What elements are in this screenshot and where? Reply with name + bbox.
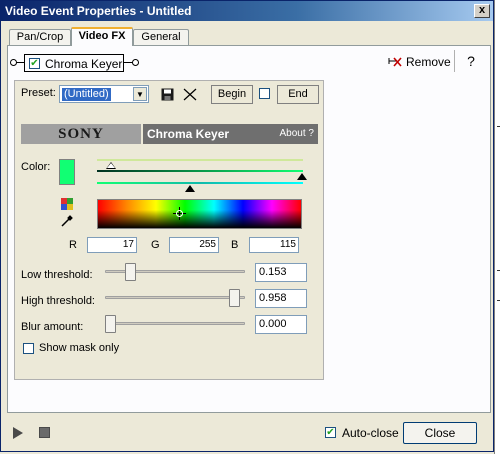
video-event-properties-window: Video Event Properties - Untitled x Pan/… [0, 0, 494, 452]
low-threshold-field[interactable]: 0.153 [255, 263, 307, 282]
stop-icon[interactable] [39, 427, 50, 438]
plugin-chain-item[interactable]: ✔ Chroma Keyer [24, 54, 124, 72]
auto-close-label: Auto-close [342, 426, 399, 440]
eyedropper-icon[interactable] [61, 215, 73, 227]
chain-end-node-icon [132, 59, 139, 66]
red-value-field[interactable]: 17 [87, 237, 137, 253]
g-label: G [151, 239, 160, 251]
play-icon[interactable] [13, 427, 23, 439]
b-label: B [231, 239, 239, 251]
low-threshold-slider[interactable] [105, 263, 245, 281]
blur-amount-thumb[interactable] [105, 315, 116, 333]
video-fx-panel: ✔ Chroma Keyer Remove ? Preset: (Untitle… [7, 45, 491, 413]
end-button[interactable]: End [277, 85, 319, 104]
blur-amount-field[interactable]: 0.000 [255, 315, 307, 334]
window-title: Video Event Properties - Untitled [5, 4, 192, 18]
blue-value-field[interactable]: 115 [249, 237, 299, 253]
title-bar[interactable]: Video Event Properties - Untitled x [1, 1, 493, 21]
value-slider-thumb[interactable] [185, 185, 195, 192]
r-label: R [69, 239, 77, 251]
high-threshold-thumb[interactable] [229, 289, 240, 307]
help-button[interactable]: ? [462, 52, 480, 70]
low-threshold-thumb[interactable] [125, 263, 136, 281]
hue-slider-track[interactable] [97, 159, 303, 161]
save-preset-icon[interactable] [161, 88, 174, 101]
spectrum-crosshair-icon [173, 207, 186, 220]
blur-amount-track [105, 322, 245, 325]
hue-thumb-fill [107, 163, 115, 168]
tab-general[interactable]: General [133, 29, 189, 45]
plugin-banner: SONY Chroma Keyer About ? [21, 124, 318, 144]
color-swatch [59, 159, 75, 185]
value-slider-track[interactable] [97, 182, 303, 184]
chain-connector [16, 62, 24, 63]
blur-amount-slider[interactable] [105, 315, 245, 333]
tab-pan-crop[interactable]: Pan/Crop [9, 29, 71, 45]
sony-logo: SONY [21, 124, 141, 144]
tab-video-fx[interactable]: Video FX [71, 27, 133, 46]
begin-button[interactable]: Begin [211, 85, 253, 104]
keyframe-checkbox[interactable] [259, 88, 270, 99]
remove-label: Remove [406, 55, 451, 69]
plugin-enable-checkbox[interactable]: ✔ [29, 58, 40, 69]
high-threshold-slider[interactable] [105, 289, 245, 307]
close-button[interactable]: Close [403, 422, 477, 444]
green-value-field[interactable]: 255 [169, 237, 219, 253]
toolbar-separator [454, 50, 455, 72]
window-close-button[interactable]: x [474, 4, 490, 18]
remove-plugin-icon [388, 57, 402, 67]
blur-amount-label: Blur amount: [21, 321, 84, 333]
saturation-slider-track[interactable] [97, 170, 303, 172]
chevron-down-icon[interactable]: ▼ [133, 87, 147, 101]
auto-close-checkbox[interactable]: ✔ [325, 427, 336, 438]
color-spectrum-picker[interactable] [97, 199, 302, 229]
preset-value: (Untitled) [62, 88, 111, 101]
high-threshold-field[interactable]: 0.958 [255, 289, 307, 308]
show-mask-checkbox[interactable] [23, 343, 34, 354]
low-threshold-label: Low threshold: [21, 269, 93, 281]
show-mask-label: Show mask only [39, 342, 120, 354]
background-window-edge [494, 0, 500, 454]
color-label: Color: [21, 161, 51, 173]
delete-preset-icon[interactable] [183, 88, 197, 101]
chroma-keyer-controls: Preset: (Untitled) ▼ Begin End SONY Chro… [14, 80, 324, 380]
plugin-chain-label: Chroma Keyer [45, 57, 123, 71]
high-threshold-track [105, 296, 245, 299]
saturation-slider-thumb[interactable] [297, 173, 307, 180]
about-button[interactable]: About ? [264, 124, 318, 144]
preset-dropdown[interactable]: (Untitled) ▼ [59, 85, 149, 103]
preset-label: Preset: [21, 87, 56, 99]
color-grid-icon[interactable] [61, 198, 73, 210]
high-threshold-label: High threshold: [21, 295, 95, 307]
